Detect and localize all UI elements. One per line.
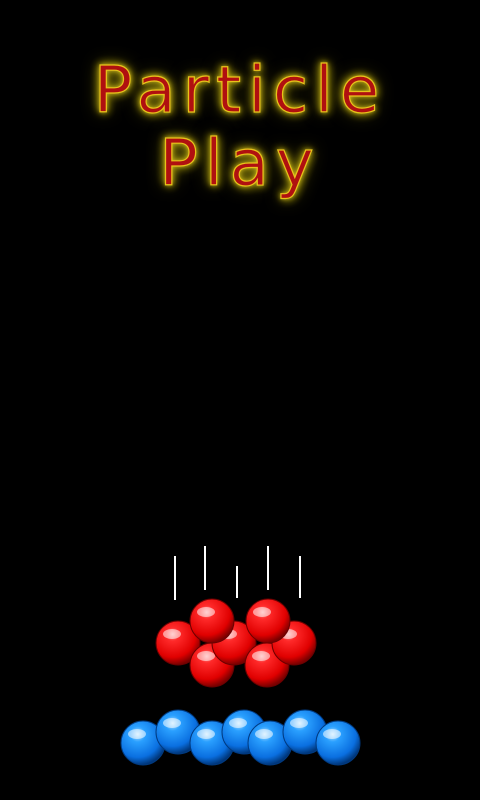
blue-ball-cluster xyxy=(120,709,361,766)
particle-stage[interactable] xyxy=(0,0,480,800)
game-screen[interactable]: Particle Play xyxy=(0,0,480,800)
red-ball-icon xyxy=(245,598,291,644)
red-ball-icon xyxy=(189,598,235,644)
blue-ball-icon xyxy=(315,720,361,766)
red-ball-cluster xyxy=(155,598,317,688)
falling-streaks xyxy=(174,546,301,600)
